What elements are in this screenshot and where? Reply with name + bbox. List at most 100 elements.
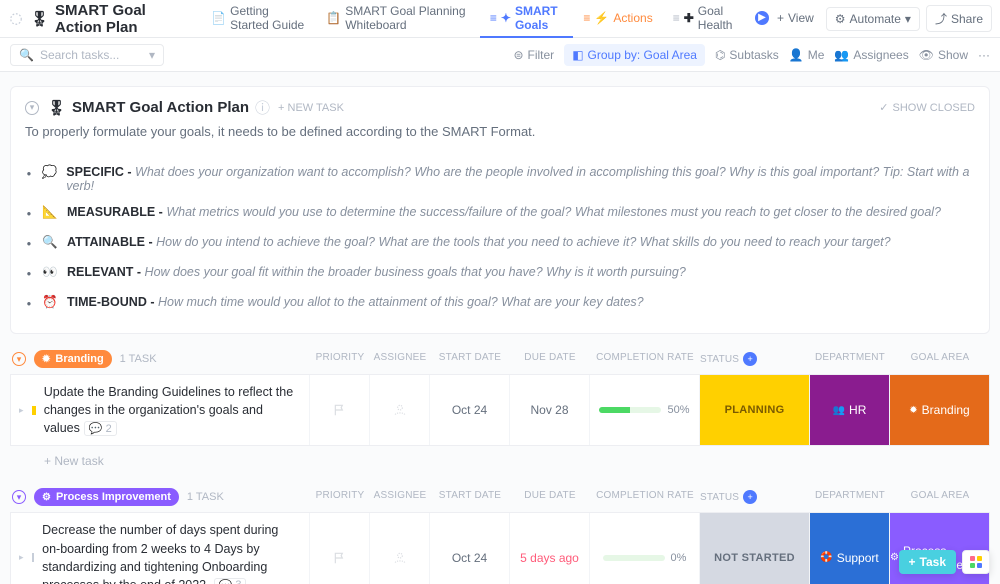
status-cell[interactable]: PLANNING bbox=[699, 375, 809, 445]
due-date-cell[interactable]: 5 days ago bbox=[509, 513, 589, 584]
col-priority: PRIORITY bbox=[310, 490, 370, 504]
comments-badge[interactable]: 💬3 bbox=[214, 578, 247, 584]
collapse-icon[interactable]: ▾ bbox=[25, 101, 39, 115]
smart-row-label: TIME-BOUND - bbox=[67, 295, 158, 309]
me-button[interactable]: 👤Me bbox=[789, 48, 825, 62]
task-row[interactable]: ▸Update the Branding Guidelines to refle… bbox=[10, 374, 990, 446]
search-input[interactable]: 🔍 Search tasks... ▾ bbox=[10, 44, 164, 66]
comment-icon: 💬 bbox=[219, 579, 233, 584]
priority-cell[interactable] bbox=[309, 375, 369, 445]
tab-view[interactable]: ▶+View bbox=[745, 0, 824, 38]
apps-icon bbox=[970, 556, 982, 568]
col-assignee: ASSIGNEE bbox=[370, 490, 430, 504]
smart-row-label: SPECIFIC - bbox=[66, 165, 135, 179]
filter-button[interactable]: ⊜Filter bbox=[513, 48, 554, 62]
bullet-icon: • bbox=[25, 295, 33, 313]
comments-badge[interactable]: 💬2 bbox=[84, 421, 117, 436]
col-due: DUE DATE bbox=[510, 352, 590, 366]
col-dept: DEPARTMENT bbox=[810, 352, 890, 366]
new-task-fab[interactable]: +Task bbox=[899, 550, 956, 574]
smart-row-icon: 👀 bbox=[41, 265, 59, 280]
list-icon: 📄 bbox=[211, 11, 226, 25]
group-pill-label: Branding bbox=[55, 353, 103, 365]
tab-actions[interactable]: ≡⚡Actions bbox=[573, 0, 662, 38]
groupby-button[interactable]: ◧Group by: Goal Area bbox=[564, 44, 705, 66]
assignee-cell[interactable] bbox=[369, 375, 429, 445]
new-task-inline[interactable]: + New task bbox=[10, 446, 990, 468]
group-pill[interactable]: ✹ Branding bbox=[34, 350, 112, 368]
person-icon: 👤 bbox=[789, 48, 804, 62]
star-icon: ✦ bbox=[501, 11, 511, 25]
topbar: 🎖 SMART Goal Action Plan 📄Getting Starte… bbox=[0, 0, 1000, 38]
dept-icon: 👥 bbox=[833, 405, 845, 416]
smart-row-label: ATTAINABLE - bbox=[67, 235, 156, 249]
card-description: To properly formulate your goals, it nee… bbox=[11, 124, 989, 153]
assignee-cell[interactable] bbox=[369, 513, 429, 584]
bullet-icon: • bbox=[25, 205, 33, 223]
group-icon: ◧ bbox=[572, 48, 583, 62]
tab-label: Getting Started Guide bbox=[230, 4, 306, 32]
automate-button[interactable]: ⚙Automate▾ bbox=[826, 7, 920, 31]
plus-circle-icon[interactable]: + bbox=[743, 490, 757, 504]
share-icon: ⤴ bbox=[935, 10, 947, 27]
plus-circle-icon[interactable]: + bbox=[743, 352, 757, 366]
bullet-icon: • bbox=[25, 235, 33, 253]
content-area: ▾ 🎖 SMART Goal Action Plan ⓘ + NEW TASK … bbox=[0, 72, 1000, 584]
group-pill[interactable]: ⚙Process Improvement bbox=[34, 488, 179, 506]
col-completion: COMPLETION RATE bbox=[590, 490, 700, 504]
show-closed-button[interactable]: ✓SHOW CLOSED bbox=[879, 101, 975, 114]
goal-area-cell[interactable]: ✹Branding bbox=[889, 375, 989, 445]
due-date-cell[interactable]: Nov 28 bbox=[509, 375, 589, 445]
task-row[interactable]: ▸ Decrease the number of days spent durin… bbox=[10, 512, 990, 584]
more-button[interactable]: ··· bbox=[978, 48, 990, 62]
eye-icon: 👁 bbox=[919, 48, 934, 62]
info-icon[interactable]: ⓘ bbox=[255, 97, 270, 118]
status-square-icon[interactable] bbox=[32, 406, 36, 415]
search-placeholder: Search tasks... bbox=[40, 48, 119, 62]
tab-getting-started-guide[interactable]: 📄 Getting Started Guide bbox=[201, 0, 316, 38]
tab-smart-goal-planning-whiteboard[interactable]: 📋SMART Goal Planning Whiteboard bbox=[316, 0, 480, 38]
smart-row-text: How does your goal fit within the broade… bbox=[145, 265, 686, 279]
check-icon: ✓ bbox=[879, 101, 888, 114]
department-cell[interactable]: 🛟Support bbox=[809, 513, 889, 584]
group-pill-icon: ✹ bbox=[42, 354, 50, 365]
subtasks-icon: ⌬ bbox=[715, 48, 725, 62]
completion-cell[interactable]: 0% bbox=[589, 513, 699, 584]
start-date-cell[interactable]: Oct 24 bbox=[429, 375, 509, 445]
smart-row: •⏰TIME-BOUND - How much time would you a… bbox=[25, 289, 975, 319]
share-button[interactable]: ⤴Share bbox=[926, 5, 992, 32]
status-cell[interactable]: NOT STARTED bbox=[699, 513, 809, 584]
subtasks-button[interactable]: ⌬Subtasks bbox=[715, 48, 779, 62]
col-start: START DATE bbox=[430, 352, 510, 366]
priority-cell[interactable] bbox=[309, 513, 369, 584]
tab-label: Actions bbox=[613, 11, 652, 25]
tab-goal-health[interactable]: ≡✚Goal Health bbox=[663, 0, 745, 38]
fab-container: +Task bbox=[899, 550, 990, 574]
medal-icon: 🎖 bbox=[30, 10, 49, 28]
group: ▾✹Branding1 TASKPRIORITYASSIGNEESTART DA… bbox=[10, 346, 990, 468]
chevron-down-icon: ▾ bbox=[905, 12, 911, 26]
start-date-cell[interactable]: Oct 24 bbox=[429, 513, 509, 584]
new-task-button[interactable]: + NEW TASK bbox=[278, 102, 344, 114]
plus-label: + bbox=[777, 11, 784, 25]
collapse-icon[interactable]: ▾ bbox=[12, 490, 26, 504]
bullet-icon: • bbox=[25, 165, 33, 183]
robot-icon: ⚙ bbox=[835, 12, 846, 26]
dept-icon: 🛟 bbox=[820, 552, 832, 563]
smart-row-text: How do you intend to achieve the goal? W… bbox=[156, 235, 890, 249]
expand-icon[interactable]: ▸ bbox=[19, 405, 24, 416]
chevron-down-icon: ▾ bbox=[149, 48, 155, 62]
tab-smart-goals[interactable]: ≡✦SMART Goals bbox=[480, 0, 574, 38]
col-priority: PRIORITY bbox=[310, 352, 370, 366]
completion-cell[interactable]: 50% bbox=[589, 375, 699, 445]
zap-icon: ⚡ bbox=[594, 11, 609, 25]
status-square-icon[interactable] bbox=[32, 553, 35, 562]
collapse-icon[interactable]: ▾ bbox=[12, 352, 26, 366]
show-button[interactable]: 👁Show bbox=[919, 48, 968, 62]
task-title: Decrease the number of days spent during… bbox=[42, 523, 278, 584]
department-cell[interactable]: 👥HR bbox=[809, 375, 889, 445]
assignees-button[interactable]: 👥Assignees bbox=[834, 48, 908, 62]
expand-icon[interactable]: ▸ bbox=[19, 552, 24, 563]
apps-fab[interactable] bbox=[962, 550, 990, 574]
col-status: STATUS + bbox=[700, 352, 810, 366]
